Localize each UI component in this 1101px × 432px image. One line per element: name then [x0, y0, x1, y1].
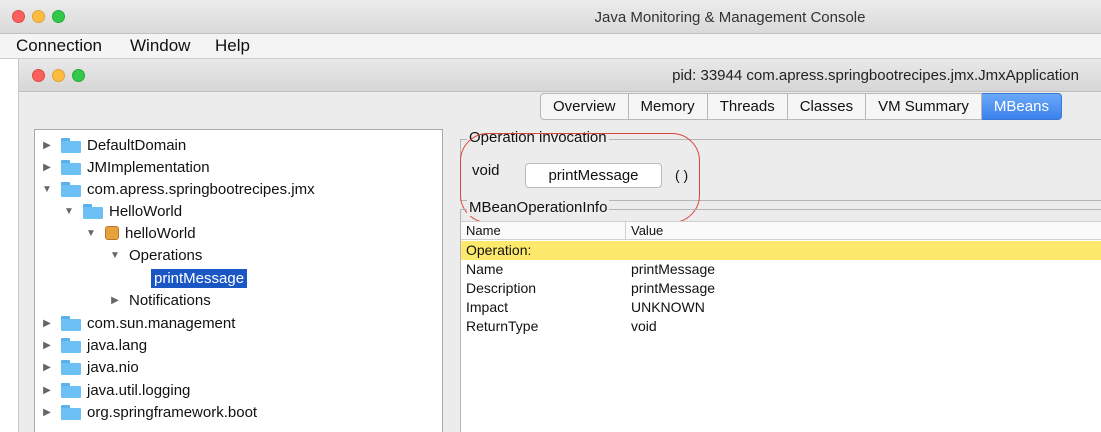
tree-item-notifications[interactable]: ▶ Notifications	[109, 289, 211, 311]
app-title: Java Monitoring & Management Console	[594, 9, 866, 26]
table-row: ReturnType void	[461, 317, 1101, 336]
group-legend: MBeanOperationInfo	[467, 199, 610, 216]
tree-item-label: org.springframework.boot	[87, 403, 258, 421]
row-value: printMessage	[631, 280, 716, 296]
folder-icon	[61, 159, 81, 175]
collapse-arrow-icon[interactable]: ▼	[109, 250, 121, 261]
tab-bar: Overview Memory Threads Classes VM Summa…	[540, 93, 1062, 122]
tree-item-label: java.nio	[87, 358, 139, 376]
close-connection-button[interactable]	[32, 69, 45, 82]
tab-overview[interactable]: Overview	[540, 93, 629, 120]
tab-vm-summary[interactable]: VM Summary	[866, 93, 982, 120]
operation-info-table: Name Value Operation: Name printMessage …	[461, 221, 1101, 432]
tree-item-label: java.lang	[87, 336, 148, 354]
tree-item-label: Notifications	[129, 291, 211, 309]
folder-icon	[61, 404, 81, 420]
row-value: UNKNOWN	[631, 299, 705, 315]
expand-arrow-icon[interactable]: ▶	[41, 140, 53, 151]
operation-detail-panel: Operation invocation void printMessage (…	[452, 129, 1101, 432]
collapse-arrow-icon[interactable]: ▼	[41, 184, 53, 195]
expand-arrow-icon[interactable]: ▶	[41, 407, 53, 418]
row-name: Impact	[466, 299, 509, 315]
collapse-arrow-icon[interactable]: ▼	[85, 228, 97, 239]
folder-icon	[83, 203, 103, 219]
menu-help[interactable]: Help	[215, 36, 250, 56]
zoom-window-button[interactable]	[52, 10, 65, 23]
tree-item-label: java.util.logging	[87, 381, 191, 399]
folder-icon	[61, 382, 81, 398]
tree-item-helloworld-type[interactable]: ▼ HelloWorld	[63, 200, 182, 222]
expand-arrow-icon[interactable]: ▶	[41, 340, 53, 351]
mbean-tree[interactable]: ▶ DefaultDomain ▶ JMImplementation ▼ com…	[34, 129, 443, 432]
tree-item-spring-boot[interactable]: ▶ org.springframework.boot	[41, 401, 257, 423]
expand-arrow-icon[interactable]: ▶	[41, 318, 53, 329]
row-name: ReturnType	[466, 318, 539, 334]
table-row: Operation:	[461, 241, 1101, 260]
tree-item-label: com.sun.management	[87, 314, 236, 332]
tree-item-jmimplementation[interactable]: ▶ JMImplementation	[41, 156, 210, 178]
folder-icon	[61, 337, 81, 353]
tree-item-java-lang[interactable]: ▶ java.lang	[41, 334, 147, 356]
expand-arrow-icon[interactable]: ▶	[41, 385, 53, 396]
tree-item-label: DefaultDomain	[87, 136, 187, 154]
expand-arrow-icon[interactable]: ▶	[109, 295, 121, 306]
tree-item-java-nio[interactable]: ▶ java.nio	[41, 356, 139, 378]
folder-icon	[61, 315, 81, 331]
table-row: Name printMessage	[461, 260, 1101, 279]
menu-connection[interactable]: Connection	[16, 36, 102, 56]
connection-window: pid: 33944 com.apress.springbootrecipes.…	[18, 59, 1101, 432]
collapse-arrow-icon[interactable]: ▼	[63, 206, 75, 217]
folder-icon	[61, 137, 81, 153]
expand-arrow-icon[interactable]: ▶	[41, 162, 53, 173]
folder-icon	[61, 359, 81, 375]
outer-titlebar: Java Monitoring & Management Console	[0, 0, 1101, 34]
tree-item-label: HelloWorld	[109, 202, 183, 220]
tree-item-label: com.apress.springbootrecipes.jmx	[87, 180, 315, 198]
table-row: Description printMessage	[461, 279, 1101, 298]
close-window-button[interactable]	[12, 10, 25, 23]
tree-item-helloworld-bean[interactable]: ▼ helloWorld	[85, 222, 196, 244]
mbean-icon	[105, 226, 119, 240]
tree-item-label: Operations	[129, 246, 203, 264]
tree-item-jmx-domain[interactable]: ▼ com.apress.springbootrecipes.jmx	[41, 178, 315, 200]
mbean-operation-info-group: MBeanOperationInfo Name Value Operation:…	[460, 199, 1101, 432]
column-header-name[interactable]: Name	[461, 222, 626, 240]
tree-item-label: JMImplementation	[87, 158, 210, 176]
menu-window[interactable]: Window	[130, 36, 190, 56]
expand-arrow-icon[interactable]: ▶	[41, 362, 53, 373]
tree-item-printmessage[interactable]: printMessage	[151, 267, 248, 289]
row-value: printMessage	[631, 261, 716, 277]
column-header-value[interactable]: Value	[626, 222, 1101, 240]
tree-item-label: printMessage	[151, 268, 248, 288]
tab-classes[interactable]: Classes	[787, 93, 867, 120]
row-value: void	[631, 318, 657, 334]
tree-item-java-util-logging[interactable]: ▶ java.util.logging	[41, 379, 190, 401]
tree-item-defaultdomain[interactable]: ▶ DefaultDomain	[41, 134, 186, 156]
table-row: Impact UNKNOWN	[461, 298, 1101, 317]
section-label: Operation:	[466, 242, 532, 258]
tree-item-operations[interactable]: ▼ Operations	[109, 244, 202, 266]
tab-memory[interactable]: Memory	[628, 93, 708, 120]
connection-titlebar: pid: 33944 com.apress.springbootrecipes.…	[19, 59, 1101, 92]
connection-title: pid: 33944 com.apress.springbootrecipes.…	[672, 67, 1079, 84]
tab-mbeans[interactable]: MBeans	[981, 93, 1062, 120]
row-name: Description	[466, 280, 537, 296]
tab-threads[interactable]: Threads	[707, 93, 788, 120]
menubar: Connection Window Help	[0, 34, 1101, 59]
folder-icon	[61, 181, 81, 197]
minimize-connection-button[interactable]	[52, 69, 65, 82]
minimize-window-button[interactable]	[32, 10, 45, 23]
row-name: Name	[466, 261, 504, 277]
zoom-connection-button[interactable]	[72, 69, 85, 82]
tree-item-label: helloWorld	[125, 224, 196, 242]
tree-item-com-sun-management[interactable]: ▶ com.sun.management	[41, 312, 235, 334]
